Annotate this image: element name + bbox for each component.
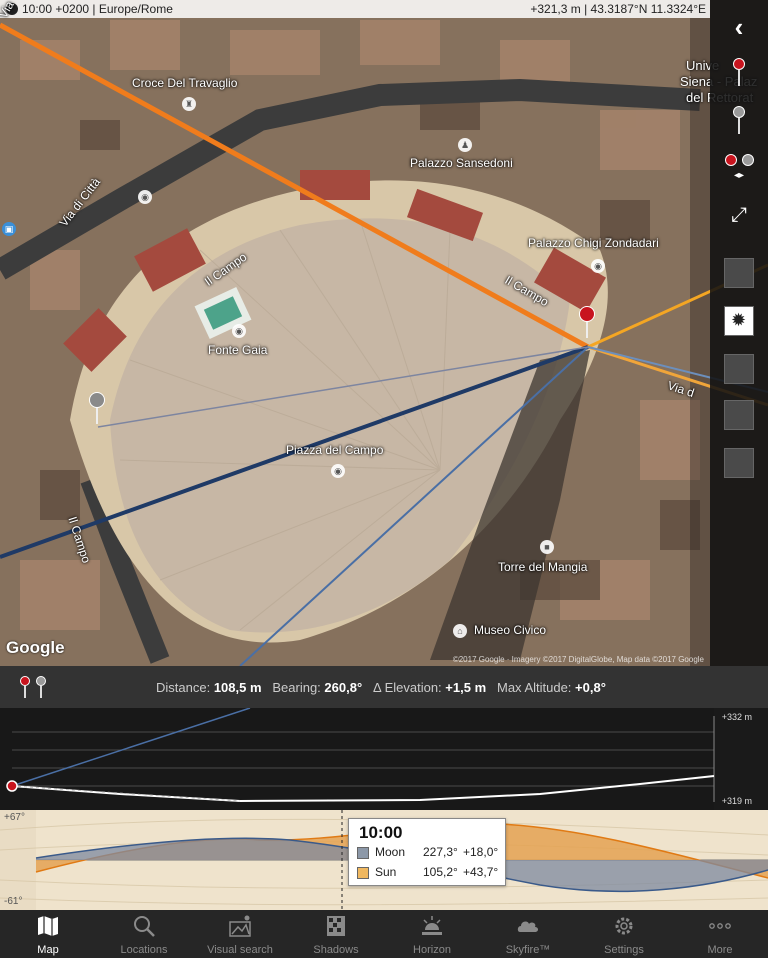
tab-skyfire-label: Skyfire™ [505, 944, 551, 956]
sun-row: Sun 105,2° +43,7° [357, 865, 503, 881]
skyfire-icon [517, 921, 538, 932]
google-logo: Google [6, 638, 65, 657]
elevation-value: +1,5 m [445, 680, 487, 695]
pin-pair-button[interactable]: ◂▸ [722, 152, 756, 186]
moon-azimuth: 227,3° [423, 845, 458, 859]
shadows-icon [327, 916, 345, 936]
moon-row: Moon 227,3° +18,0° [357, 845, 503, 861]
profile-min-label: +319 m [721, 796, 752, 806]
poi-camera-icon[interactable]: ◉ [331, 464, 345, 478]
satellite-icon: ✹ [731, 310, 747, 330]
tab-more[interactable]: More [672, 910, 768, 958]
horizon-icon [422, 916, 442, 935]
poi-museum-icon[interactable]: ⌂ [453, 624, 467, 638]
visual-search-icon [229, 915, 251, 937]
tab-settings-label: Settings [604, 944, 644, 956]
fit-expand-icon[interactable]: ⤢ [722, 200, 756, 234]
bus-stop-icon[interactable]: ▣ [2, 222, 16, 236]
terrain-layer-button[interactable] [724, 354, 754, 384]
time-zone: 10:00 +0200 | Europe/Rome [22, 2, 173, 16]
tab-shadows[interactable]: Shadows [288, 910, 384, 958]
location-readout: +321,3 m | 43.3187°N 11.3324°E [530, 2, 706, 16]
poi-camera-icon[interactable]: ◉ [138, 190, 152, 204]
hybrid-layer-button[interactable] [724, 400, 754, 430]
poi-palazzo-sansedoni[interactable]: Palazzo Sansedoni [410, 156, 513, 170]
red-pin-button[interactable] [722, 56, 756, 90]
primary-pin[interactable] [579, 306, 597, 338]
tab-map[interactable]: Map [0, 910, 96, 958]
max-altitude-value: +0,8° [575, 680, 606, 695]
elevation-label: Δ Elevation: [373, 680, 442, 695]
bearing-value: 260,8° [324, 680, 363, 695]
elevation-profile-graph [0, 707, 715, 810]
grey-pin-button[interactable] [722, 104, 756, 138]
pin-pair-icon[interactable] [18, 674, 50, 700]
poi-landmark-icon[interactable]: ♜ [182, 97, 196, 111]
status-bar: 10:00 +0200 | Europe/Rome +321,3 m | 43.… [0, 0, 710, 18]
moon-elevation: +18,0° [463, 845, 499, 859]
tab-visual-search-label: Visual search [207, 944, 273, 956]
tab-more-label: More [707, 944, 733, 956]
poi-piazza-del-campo[interactable]: Piazza del Campo [286, 443, 383, 457]
map-icon [38, 916, 58, 936]
poi-camera-icon[interactable]: ◉ [591, 259, 605, 273]
measurement-text: Distance: 108,5 m Bearing: 260,8° Δ Elev… [156, 680, 606, 695]
secondary-pin[interactable] [89, 392, 107, 424]
poi-torre-del-mangia[interactable]: Torre del Mangia [498, 560, 587, 574]
poi-fonte-gaia[interactable]: Fonte Gaia [208, 343, 267, 357]
map-view[interactable]: 10:00 +0200 | Europe/Rome +321,3 m | 43.… [0, 0, 768, 666]
sun-name: Sun [375, 865, 397, 879]
tab-bar: Map Locations Visual search Shadows Hori… [0, 910, 768, 958]
tab-horizon[interactable]: Horizon [384, 910, 480, 958]
poi-statue-icon[interactable]: ♟ [458, 138, 472, 152]
sun-swatch [357, 867, 369, 879]
poi-tower-icon[interactable]: ■ [540, 540, 554, 554]
max-altitude-label: Max Altitude: [496, 680, 572, 695]
poi-palazzo-chigi-zondadari[interactable]: Palazzo Chigi Zondadari [528, 236, 659, 250]
tab-locations-label: Locations [120, 944, 168, 956]
satellite-layer-button[interactable]: ✹ [724, 306, 754, 336]
topo-layer-button[interactable] [724, 448, 754, 478]
measurement-bar: Distance: 108,5 m Bearing: 260,8° Δ Elev… [0, 666, 768, 708]
moon-swatch [357, 847, 369, 859]
more-dots-icon [709, 923, 731, 929]
tab-locations[interactable]: Locations [96, 910, 192, 958]
map-toolbar: ‹ ◂▸ ⤢ ✹ [710, 0, 768, 666]
chart-max-altitude-label: +67° [4, 812, 25, 823]
tab-shadows-label: Shadows [313, 944, 359, 956]
sun-elevation: +43,7° [463, 865, 499, 879]
magnifier-icon [134, 916, 155, 937]
tab-visual-search[interactable]: Visual search [192, 910, 288, 958]
sun-azimuth: 105,2° [423, 865, 458, 879]
tab-skyfire[interactable]: Skyfire™ [480, 910, 576, 958]
moon-name: Moon [375, 845, 406, 859]
map-copyright: ©2017 Google · Imagery ©2017 DigitalGlob… [452, 655, 704, 664]
collapse-chevron-icon[interactable]: ‹ [722, 10, 756, 44]
tab-map-label: Map [37, 944, 59, 956]
tooltip-time: 10:00 [359, 823, 403, 842]
poi-museo-civico[interactable]: Museo Civico [474, 623, 546, 637]
distance-label: Distance: [156, 680, 211, 695]
bearing-label: Bearing: [272, 680, 321, 695]
tab-horizon-label: Horizon [413, 944, 451, 956]
tab-settings[interactable]: Settings [576, 910, 672, 958]
elevation-profile[interactable]: +332 m +319 m [0, 707, 768, 810]
gear-icon [615, 917, 633, 935]
map-layer-grid-button[interactable] [724, 258, 754, 288]
poi-croce-del-travaglio[interactable]: Croce Del Travaglio [132, 76, 237, 90]
satellite-imagery [0, 0, 768, 666]
time-tooltip: 10:00 Moon 227,3° +18,0° Sun 105,2° +43,… [348, 818, 506, 886]
poi-camera-icon[interactable]: ◉ [232, 324, 246, 338]
distance-value: 108,5 m [213, 680, 262, 695]
profile-max-label: +332 m [721, 712, 752, 722]
chart-min-altitude-label: -61° [4, 896, 23, 907]
